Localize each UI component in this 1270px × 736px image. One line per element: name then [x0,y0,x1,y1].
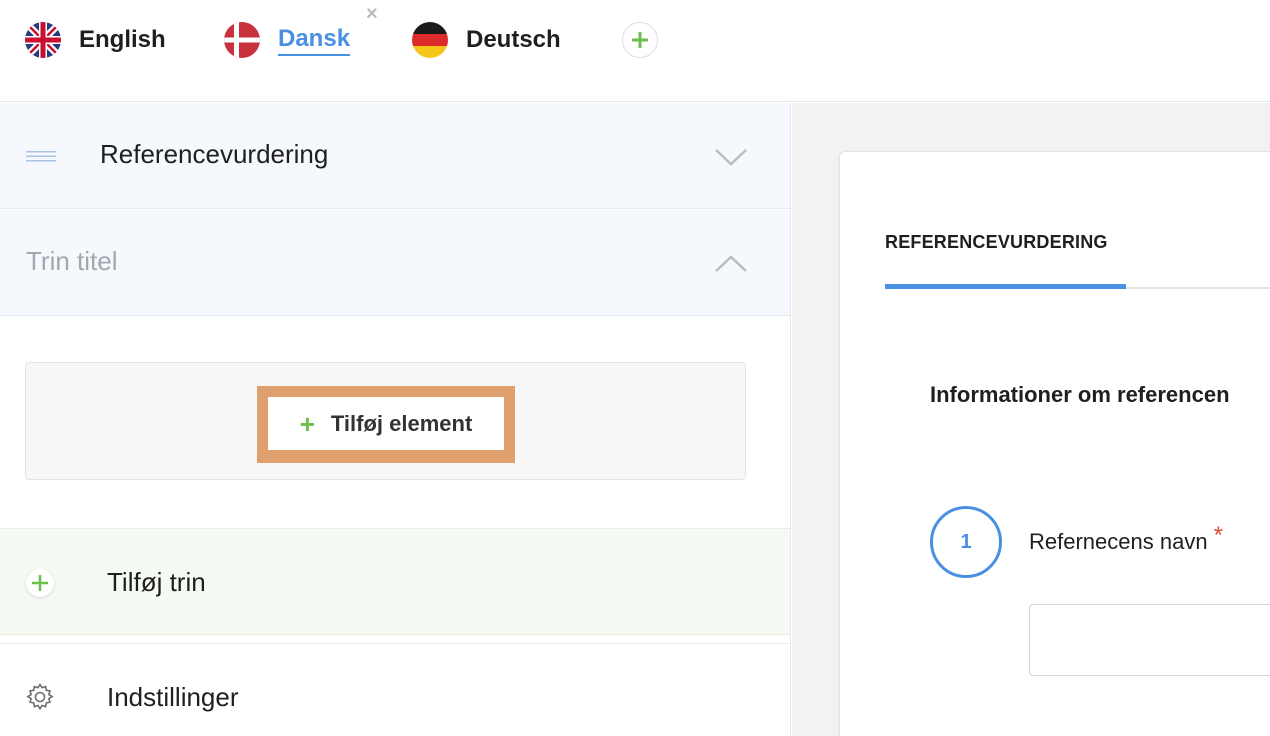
german-flag-icon [412,22,448,58]
tab-active-indicator [885,284,1126,289]
add-step-label: Tilføj trin [107,567,206,597]
lang-tab-dansk[interactable]: Dansk [224,20,351,60]
lang-tab-deutsch[interactable]: Deutsch [412,20,561,60]
step-title-input[interactable]: Trin titel [26,246,118,277]
plus-icon [632,32,648,48]
question-label: Refernecens navn * [1029,522,1223,556]
settings-row[interactable]: Indstillinger [0,643,790,736]
reference-name-input[interactable] [1029,604,1270,676]
chevron-down-icon[interactable] [714,147,748,167]
drag-handle-icon[interactable] [26,150,56,162]
add-step-row[interactable]: Tilføj trin [0,528,790,635]
question-number: 1 [960,530,972,553]
add-element-button[interactable]: + Tilføj element [268,397,504,450]
section-heading: Informationer om referencen [930,382,1230,407]
add-element-label: Tilføj element [330,410,473,436]
chevron-up-icon[interactable] [714,254,748,274]
tab-divider [1126,287,1270,289]
lang-label-deutsch: Deutsch [466,26,561,53]
step-title-row[interactable]: Trin titel [0,210,790,316]
preview-panel: REFERENCEVURDERING Informationer om refe… [792,103,1270,736]
plus-icon [32,575,48,591]
lang-tab-english[interactable]: English [25,20,166,60]
required-mark: * [1213,522,1223,549]
editor-panel: Referencevurdering Trin titel + Tilføj e… [0,103,791,736]
section-title: Referencevurdering [100,139,329,169]
lang-label-dansk: Dansk [278,25,351,56]
language-bar: English Dansk × Deutsch [0,0,1270,102]
settings-label: Indstillinger [107,682,239,712]
preview-card: REFERENCEVURDERING Informationer om refe… [839,151,1270,736]
tab-referencevurdering[interactable]: REFERENCEVURDERING [885,232,1108,253]
element-drop-area: + Tilføj element [25,362,746,480]
add-step-icon[interactable] [26,569,54,597]
add-element-highlight: + Tilføj element [257,386,515,463]
section-header-referencevurdering[interactable]: Referencevurdering [0,103,790,209]
danish-flag-icon [224,22,260,58]
question-label-text: Refernecens navn [1029,529,1208,554]
lang-label-english: English [79,26,166,53]
add-language-button[interactable] [622,22,658,58]
gear-icon [26,682,54,711]
question-number-badge: 1 [930,506,1002,578]
close-icon[interactable]: × [366,4,378,24]
plus-icon: + [299,408,315,439]
uk-flag-icon [25,22,61,58]
